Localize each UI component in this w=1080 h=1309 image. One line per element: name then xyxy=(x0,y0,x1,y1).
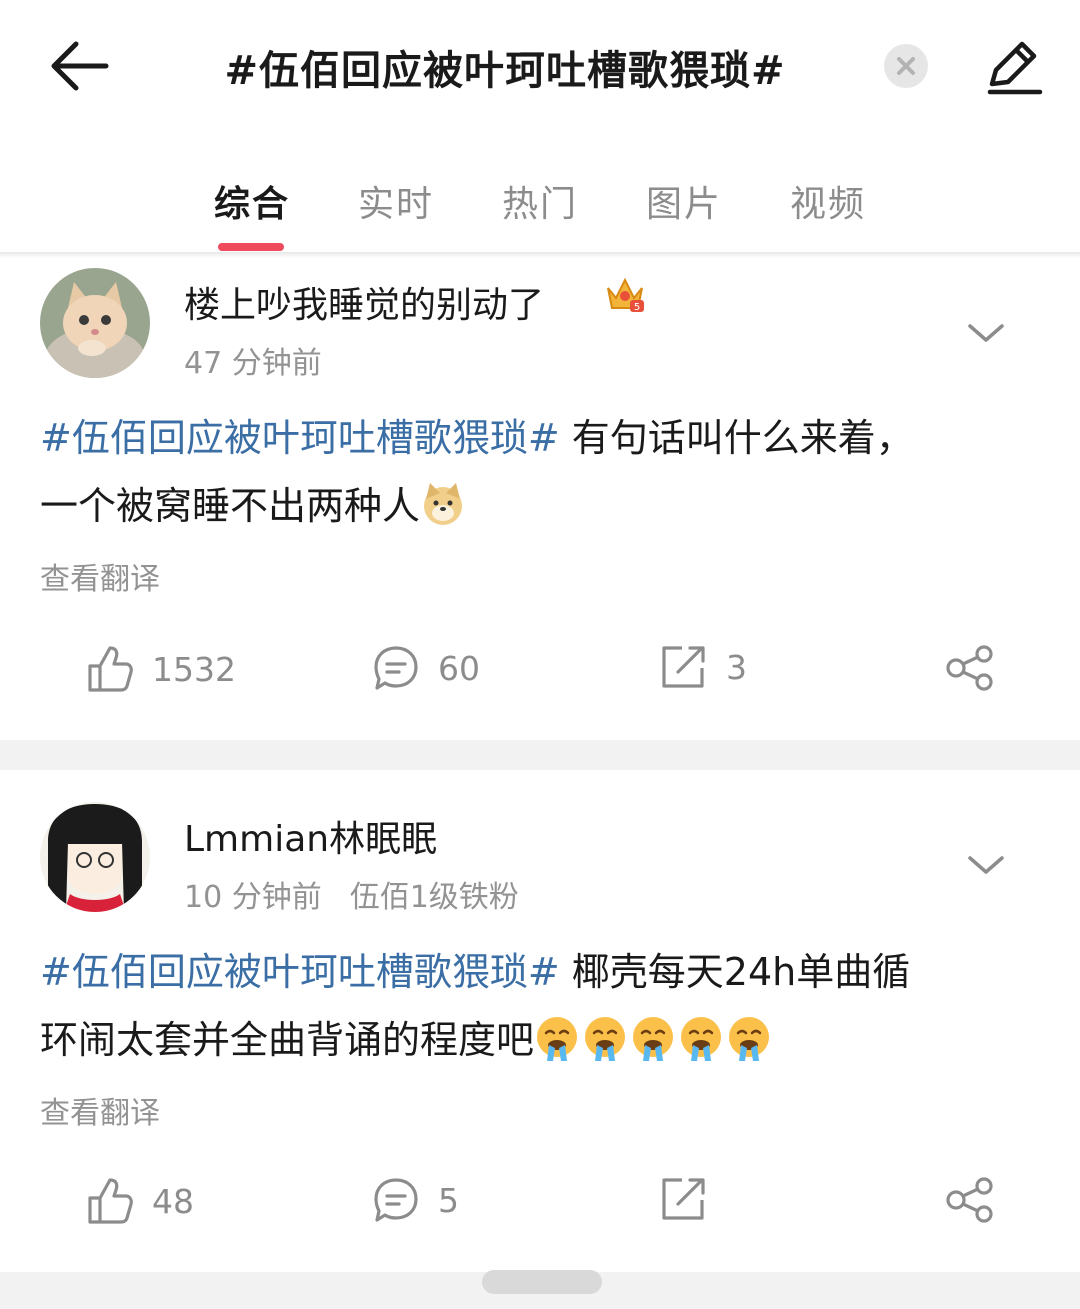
like-count: 48 xyxy=(152,1181,194,1221)
chevron-down-icon xyxy=(968,856,1004,874)
share-button[interactable] xyxy=(944,1176,996,1224)
anime-girl-avatar-icon xyxy=(40,802,150,912)
chevron-down-icon xyxy=(968,324,1004,342)
post-text-part: 一个被窝睡不出两种人 xyxy=(40,484,421,528)
crown-vip-icon: 5 xyxy=(604,274,646,314)
more-options-button[interactable] xyxy=(966,320,1006,346)
comment-icon xyxy=(374,1178,418,1222)
svg-text:5: 5 xyxy=(634,302,640,313)
post-separator xyxy=(0,740,1080,770)
translate-link[interactable]: 查看翻译 xyxy=(40,1088,160,1132)
post-text: #伍佰回应被叶珂吐槽歌猥琐# 椰壳每天24h单曲循 环闹太套并全曲背诵的程度吧 xyxy=(40,938,1040,1082)
share-icon xyxy=(946,645,993,691)
doge-icon xyxy=(420,480,466,548)
post-meta: 10 分钟前 伍佰1级铁粉 xyxy=(184,872,519,916)
repost-icon xyxy=(662,1178,705,1220)
drooling-face-icon xyxy=(534,1014,774,1082)
hashtag-link[interactable]: #伍佰回应被叶珂吐槽歌猥琐# xyxy=(40,950,560,994)
edit-button[interactable] xyxy=(982,36,1046,98)
comment-icon xyxy=(374,646,418,690)
home-indicator[interactable] xyxy=(482,1270,602,1294)
arrow-left-icon xyxy=(51,41,109,91)
like-button[interactable]: 1532 xyxy=(86,644,236,694)
repost-button[interactable]: 3 xyxy=(660,644,747,690)
post-text-part: 环闹太套并全曲背诵的程度吧 xyxy=(40,1018,535,1062)
post-text-part: 有句话叫什么来着， xyxy=(559,416,914,460)
comment-button[interactable]: 5 xyxy=(372,1176,459,1224)
comment-count: 60 xyxy=(438,648,480,688)
thumbs-up-icon xyxy=(88,1178,133,1224)
like-count: 1532 xyxy=(152,649,236,689)
cat-avatar-icon xyxy=(40,268,150,378)
avatar[interactable] xyxy=(40,268,150,378)
clear-search-button[interactable] xyxy=(884,44,928,88)
tab-bar: 综合 实时 热门 图片 视频 xyxy=(0,150,1080,252)
thumbs-up-icon xyxy=(88,646,133,692)
post-card: Lmmian林眠眠 10 分钟前 伍佰1级铁粉 #伍佰回应被叶珂吐槽歌猥琐# 椰壳… xyxy=(0,770,1080,1270)
timestamp: 47 分钟前 xyxy=(184,346,322,381)
close-icon xyxy=(897,57,915,75)
username[interactable]: Lmmian林眠眠 xyxy=(184,810,437,862)
more-options-button[interactable] xyxy=(966,852,1006,878)
fan-badge[interactable]: 伍佰1级铁粉 xyxy=(350,880,519,915)
top-bar: #伍佰回应被叶珂吐槽歌猥琐# xyxy=(0,0,1080,130)
back-button[interactable] xyxy=(44,34,114,98)
repost-icon xyxy=(662,646,705,688)
share-button[interactable] xyxy=(944,644,996,692)
timestamp: 10 分钟前 xyxy=(184,880,322,915)
post-text: #伍佰回应被叶珂吐槽歌猥琐# 有句话叫什么来着， 一个被窝睡不出两种人 xyxy=(40,404,1040,548)
translate-link[interactable]: 查看翻译 xyxy=(40,554,160,598)
pencil-icon xyxy=(987,41,1043,95)
repost-button[interactable] xyxy=(660,1176,726,1222)
hashtag-link[interactable]: #伍佰回应被叶珂吐槽歌猥琐# xyxy=(40,416,560,460)
post-card: 楼上吵我睡觉的别动了 5 47 分钟前 #伍佰回应被叶珂吐槽歌猥琐# 有句话叫什… xyxy=(0,258,1080,740)
comment-button[interactable]: 60 xyxy=(372,644,480,692)
username[interactable]: 楼上吵我睡觉的别动了 xyxy=(184,276,544,328)
tab-realtime[interactable]: 实时 xyxy=(358,175,434,227)
tab-videos[interactable]: 视频 xyxy=(790,175,866,227)
tab-hot[interactable]: 热门 xyxy=(502,175,578,227)
tab-images[interactable]: 图片 xyxy=(646,175,722,227)
repost-count: 3 xyxy=(726,647,747,687)
comment-count: 5 xyxy=(438,1180,459,1220)
avatar[interactable] xyxy=(40,802,150,912)
active-tab-indicator xyxy=(218,243,284,251)
like-button[interactable]: 48 xyxy=(86,1176,194,1226)
page-title: #伍佰回应被叶珂吐槽歌猥琐# xyxy=(224,48,786,94)
share-icon xyxy=(946,1177,993,1223)
tab-comprehensive[interactable]: 综合 xyxy=(214,175,290,227)
post-time: 47 分钟前 xyxy=(184,338,322,382)
post-text-part: 椰壳每天24h单曲循 xyxy=(559,950,911,994)
